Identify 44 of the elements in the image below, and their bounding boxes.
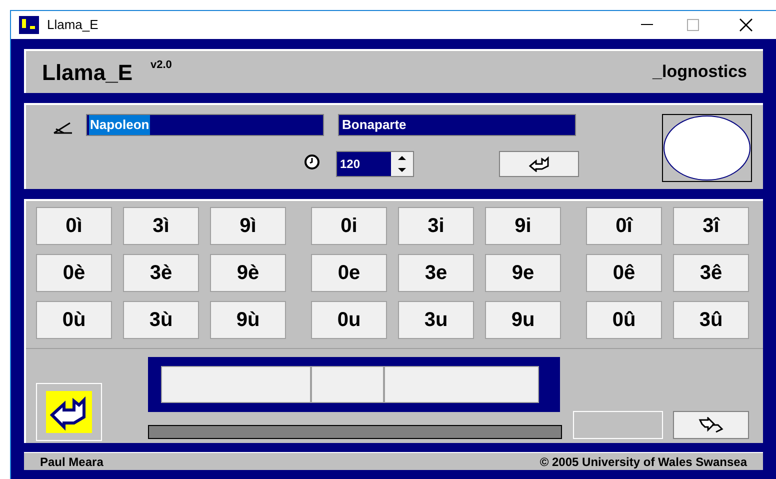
stimulus-button[interactable]: 3u xyxy=(398,301,474,339)
stimulus-button[interactable]: 0î xyxy=(586,207,662,245)
app-title: Llama_E xyxy=(42,58,132,86)
close-icon xyxy=(739,18,753,32)
stimulus-button[interactable]: 9e xyxy=(485,254,561,292)
stimulus-button[interactable]: 0ù xyxy=(36,301,112,339)
stimulus-button[interactable]: 0e xyxy=(311,254,387,292)
version-label: v2.0 xyxy=(150,58,172,73)
stimulus-button[interactable]: 0è xyxy=(36,254,112,292)
stimulus-button[interactable]: 9è xyxy=(210,254,286,292)
module-label: _lognostics xyxy=(652,61,747,84)
maximize-icon xyxy=(687,19,699,31)
time-spinner[interactable]: 120 xyxy=(336,151,414,177)
back-button[interactable] xyxy=(36,383,102,441)
stimulus-button[interactable]: 3û xyxy=(673,301,749,339)
app-icon xyxy=(19,16,39,34)
last-name-field[interactable]: Bonaparte xyxy=(338,114,576,136)
stimulus-button[interactable]: 0u xyxy=(311,301,387,339)
first-name-field[interactable]: Napoleon xyxy=(86,114,324,136)
stimulus-button[interactable]: 3ù xyxy=(123,301,199,339)
stimulus-button[interactable]: 9i xyxy=(485,207,561,245)
copyright-label: © 2005 University of Wales Swansea xyxy=(540,454,747,470)
author-label: Paul Meara xyxy=(40,454,104,470)
window-title: Llama_E xyxy=(47,16,98,34)
clock-icon xyxy=(304,154,320,170)
stimulus-button[interactable]: 3ê xyxy=(673,254,749,292)
stimulus-button[interactable]: 0û xyxy=(586,301,662,339)
forward-arrow-icon xyxy=(698,417,724,433)
stimulus-button[interactable]: 0i xyxy=(311,207,387,245)
enter-button[interactable] xyxy=(499,151,579,177)
stimulus-button[interactable]: 3ì xyxy=(123,207,199,245)
stimulus-button[interactable]: 3e xyxy=(398,254,474,292)
stimulus-button[interactable]: 9u xyxy=(485,301,561,339)
stimulus-button[interactable]: 3î xyxy=(673,207,749,245)
stimulus-button[interactable]: 9ì xyxy=(210,207,286,245)
return-arrow-icon xyxy=(528,156,550,172)
pen-icon xyxy=(52,121,74,135)
stimulus-button[interactable]: 3è xyxy=(123,254,199,292)
stimulus-button[interactable]: 3i xyxy=(398,207,474,245)
next-button[interactable] xyxy=(673,411,749,439)
stimulus-button[interactable]: 0ê xyxy=(586,254,662,292)
stimulus-button[interactable]: 9ù xyxy=(210,301,286,339)
minimize-icon xyxy=(641,24,653,26)
stimulus-button[interactable]: 0ì xyxy=(36,207,112,245)
